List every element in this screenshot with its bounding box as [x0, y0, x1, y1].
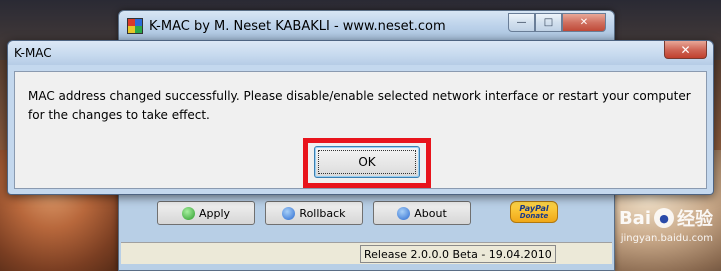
watermark-brand: Bai	[618, 207, 651, 229]
main-window-titlebar[interactable]: K-MAC by M. Neset KABAKLI - www.neset.co…	[119, 11, 614, 41]
dialog-titlebar[interactable]: K-MAC ✕	[8, 41, 713, 65]
dialog-message: MAC address changed successfully. Please…	[28, 89, 691, 122]
baidu-watermark: Bai ● 经验 jingyan.baidu.com	[618, 205, 713, 245]
maximize-icon: □	[543, 17, 554, 28]
close-icon: ✕	[680, 42, 691, 57]
rollback-icon	[282, 206, 296, 220]
minimize-button[interactable]: —	[508, 13, 535, 32]
checkmark-icon	[181, 206, 195, 220]
apply-button-label: Apply	[198, 206, 231, 220]
close-icon: ✕	[579, 17, 589, 28]
dialog-body: MAC address changed successfully. Please…	[14, 71, 707, 189]
watermark-url: jingyan.baidu.com	[620, 233, 713, 244]
dialog-close-button[interactable]: ✕	[664, 41, 707, 59]
dialog-title: K-MAC	[14, 46, 52, 60]
rollback-button-label: Rollback	[299, 206, 346, 220]
about-button-label: About	[414, 206, 447, 220]
paypal-donate-label: Donate	[519, 211, 549, 220]
paw-icon: ●	[654, 208, 674, 228]
about-button[interactable]: About	[373, 201, 471, 225]
paypal-donate-badge: PayPal Donate	[510, 201, 558, 223]
kmac-message-dialog: K-MAC ✕ MAC address changed successfully…	[7, 40, 714, 195]
minimize-icon: —	[516, 17, 527, 28]
focus-ring	[318, 150, 416, 174]
window-controls: — □ ✕	[508, 13, 606, 33]
maximize-button[interactable]: □	[535, 13, 562, 32]
app-icon	[127, 18, 143, 34]
rollback-button[interactable]: Rollback	[265, 201, 363, 225]
apply-button[interactable]: Apply	[157, 201, 255, 225]
watermark-brand-suffix: 经验	[677, 209, 713, 230]
main-close-button[interactable]: ✕	[562, 13, 606, 32]
main-window-title: K-MAC by M. Neset KABAKLI - www.neset.co…	[149, 19, 446, 34]
status-bar: Release 2.0.0.0 Beta - 19.04.2010	[121, 242, 612, 264]
release-info: Release 2.0.0.0 Beta - 19.04.2010	[360, 245, 556, 263]
ok-button[interactable]: OK	[314, 146, 420, 178]
paypal-donate-button[interactable]: PayPal Donate	[485, 201, 583, 225]
info-icon	[397, 206, 411, 220]
